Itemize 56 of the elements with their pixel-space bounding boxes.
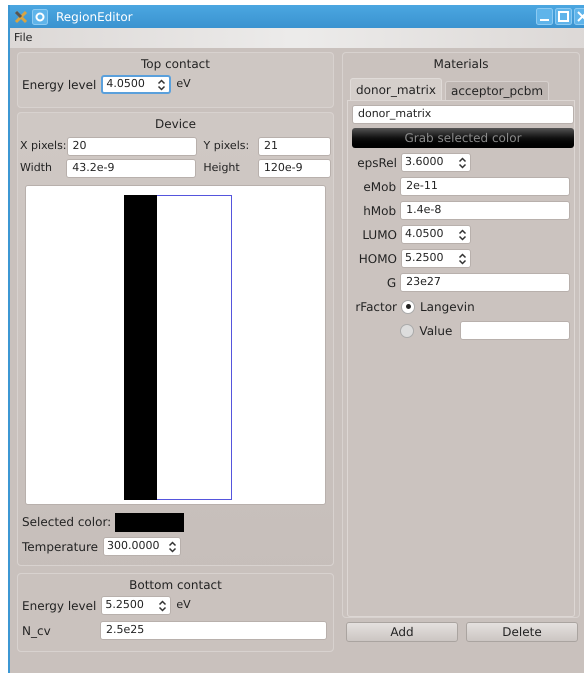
- field-label: Selected color:: [22, 514, 112, 531]
- group-title: Top contact: [140, 56, 211, 73]
- text-field[interactable]: donor_matrix: [352, 105, 574, 124]
- spin-arrows-icon[interactable]: [458, 228, 467, 240]
- color-swatch: [115, 512, 184, 532]
- text-field[interactable]: 1.4e-8: [400, 201, 570, 220]
- spin-arrows-icon[interactable]: [458, 252, 467, 264]
- text-field[interactable]: 20: [66, 136, 196, 156]
- text-field[interactable]: [460, 321, 570, 340]
- text-field[interactable]: 43.2e-9: [66, 158, 196, 178]
- field-label: epsRel: [356, 154, 397, 172]
- field-label: rFactor: [354, 298, 397, 316]
- spin-box[interactable]: 4.0500: [401, 225, 471, 244]
- field-label: N_cv: [22, 622, 52, 640]
- radio-button[interactable]: Value: [400, 322, 452, 340]
- field-label: Temperature: [22, 538, 98, 556]
- field-label: eMob: [362, 178, 396, 196]
- field-label: Height: [203, 160, 241, 176]
- app-icon: [14, 10, 28, 24]
- tab[interactable]: acceptor_pcbm: [444, 81, 550, 100]
- group-title: Materials: [432, 56, 490, 73]
- group-title: Device: [154, 116, 198, 133]
- field-label: X pixels:: [20, 138, 67, 154]
- spin-box[interactable]: 5.2500: [401, 249, 471, 268]
- tab[interactable]: donor_matrix: [350, 78, 442, 100]
- text-field[interactable]: 2.5e25: [100, 621, 327, 640]
- window-menu-icon[interactable]: [32, 8, 48, 24]
- text-field[interactable]: 23e27: [400, 273, 570, 292]
- text-field[interactable]: 21: [258, 136, 331, 156]
- field-label: Width: [20, 160, 53, 176]
- unit-label: eV: [176, 76, 191, 92]
- text-field[interactable]: 120e-9: [258, 158, 331, 178]
- spin-box[interactable]: 5.2500: [101, 596, 172, 615]
- unit-label: eV: [176, 597, 191, 614]
- action-button[interactable]: Delete: [466, 622, 578, 642]
- spin-arrows-icon[interactable]: [157, 78, 166, 90]
- spin-box[interactable]: 4.0500: [101, 75, 172, 94]
- radio-button[interactable]: Langevin: [401, 298, 475, 316]
- field-label: G: [386, 274, 396, 292]
- field-label: hMob: [362, 202, 396, 220]
- field-label: Energy level: [22, 598, 96, 614]
- spin-arrows-icon[interactable]: [168, 540, 178, 552]
- field-label: LUMO: [361, 226, 397, 244]
- text-field[interactable]: 2e-11: [400, 177, 570, 196]
- spin-box[interactable]: 3.6000: [401, 153, 471, 172]
- group-title: Bottom contact: [128, 577, 223, 594]
- menu-item[interactable]: File: [13, 30, 34, 46]
- spin-arrows-icon[interactable]: [458, 156, 467, 168]
- spin-box[interactable]: 300.0000: [103, 537, 182, 556]
- field-label: HOMO: [358, 250, 397, 268]
- window-title: RegionEditor: [56, 8, 133, 26]
- field-label: Y pixels:: [204, 138, 250, 154]
- field-label: Energy level: [22, 76, 96, 94]
- grab-color-button[interactable]: Grab selected color: [352, 128, 574, 148]
- spin-arrows-icon[interactable]: [158, 600, 168, 612]
- action-button[interactable]: Add: [346, 622, 458, 642]
